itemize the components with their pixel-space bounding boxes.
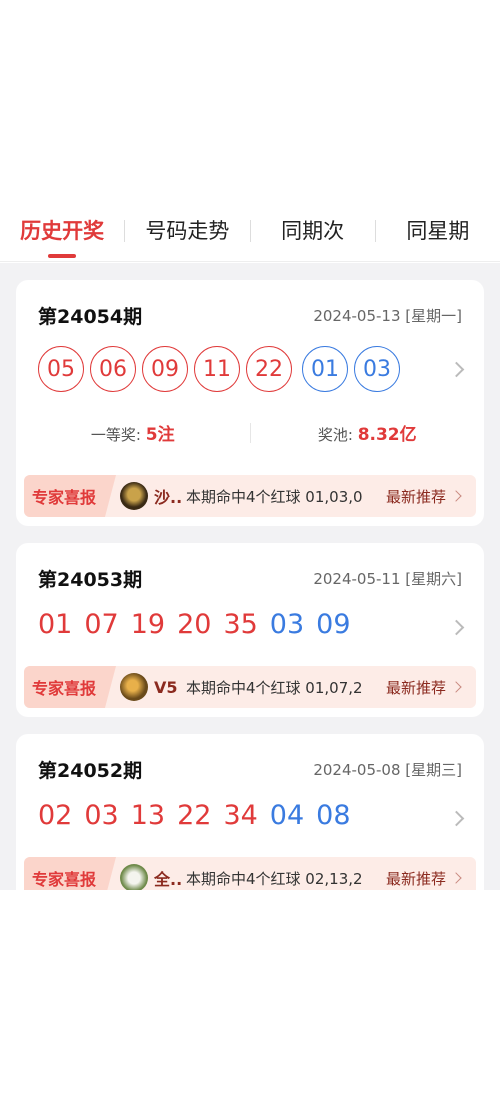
draw-date: 2024-05-13 [星期一] bbox=[313, 307, 462, 325]
tab-trend[interactable]: 号码走势 bbox=[125, 200, 249, 262]
blue-ball: 01 bbox=[302, 346, 348, 392]
blue-number: 08 bbox=[316, 800, 351, 831]
red-number: 20 bbox=[177, 609, 212, 640]
red-ball: 06 bbox=[90, 346, 136, 392]
red-number: 22 bbox=[177, 800, 212, 831]
expert-avatar bbox=[120, 673, 148, 701]
first-prize-label: 一等奖: bbox=[90, 426, 141, 444]
expert-avatar bbox=[120, 482, 148, 510]
expert-text: 本期命中4个红球 02,13,2 bbox=[186, 869, 363, 888]
red-number: 35 bbox=[223, 609, 258, 640]
blue-ball: 03 bbox=[354, 346, 400, 392]
draw-date: 2024-05-11 [星期六] bbox=[313, 570, 462, 588]
blue-number: 09 bbox=[316, 609, 351, 640]
expert-banner[interactable]: 专家喜报 沙.. 本期命中4个红球 01,03,0 最新推荐 bbox=[24, 475, 476, 517]
red-ball: 11 bbox=[194, 346, 240, 392]
expert-tag: 专家喜报 bbox=[24, 475, 116, 517]
latest-recommend-link[interactable]: 最新推荐 bbox=[386, 677, 446, 698]
draw-card[interactable]: 第24053期 2024-05-11 [星期六] 01 07 19 20 35 … bbox=[16, 543, 484, 717]
draw-card-header: 第24052期 2024-05-08 [星期三] bbox=[38, 756, 462, 783]
red-number: 34 bbox=[223, 800, 258, 831]
expert-avatar bbox=[120, 864, 148, 890]
expert-text: 本期命中4个红球 01,03,0 bbox=[186, 487, 363, 506]
tab-bar: 历史开奖 号码走势 同期次 同星期 bbox=[0, 200, 500, 262]
first-prize-value: 5注 bbox=[145, 425, 175, 445]
tab-same-weekday[interactable]: 同星期 bbox=[376, 200, 500, 262]
prize-pool: 奖池: 8.32亿 bbox=[251, 420, 485, 445]
ball-row: 05 06 09 11 22 01 03 bbox=[38, 346, 406, 392]
chevron-right-icon[interactable] bbox=[448, 361, 465, 378]
issue-number: 第24052期 bbox=[38, 760, 143, 782]
expert-tag: 专家喜报 bbox=[24, 857, 116, 890]
tab-history[interactable]: 历史开奖 bbox=[0, 200, 124, 262]
prize-info: 一等奖: 5注 奖池: 8.32亿 bbox=[16, 420, 484, 445]
red-number: 03 bbox=[84, 800, 119, 831]
red-ball: 09 bbox=[142, 346, 188, 392]
expert-tag: 专家喜报 bbox=[24, 666, 116, 708]
expert-name: 全.. bbox=[154, 870, 182, 889]
red-number: 19 bbox=[130, 609, 166, 640]
first-prize: 一等奖: 5注 bbox=[16, 420, 250, 445]
red-number: 01 bbox=[38, 609, 73, 640]
draw-card[interactable]: 第24054期 2024-05-13 [星期一] 05 06 09 11 22 … bbox=[16, 280, 484, 526]
chevron-right-icon bbox=[450, 872, 462, 884]
chevron-right-icon[interactable] bbox=[448, 810, 465, 827]
draw-list[interactable]: 第24054期 2024-05-13 [星期一] 05 06 09 11 22 … bbox=[0, 263, 500, 890]
red-number: 13 bbox=[130, 800, 166, 831]
red-ball: 22 bbox=[246, 346, 292, 392]
draw-date: 2024-05-08 [星期三] bbox=[313, 761, 462, 779]
number-row: 02 03 13 22 34 04 08 bbox=[38, 800, 363, 831]
expert-name: 沙.. bbox=[154, 488, 182, 507]
pool-value: 8.32亿 bbox=[357, 425, 417, 445]
issue-number: 第24054期 bbox=[38, 306, 143, 328]
pool-label: 奖池: bbox=[317, 426, 353, 444]
red-number: 07 bbox=[84, 609, 119, 640]
blue-number: 04 bbox=[269, 800, 305, 831]
draw-card[interactable]: 第24052期 2024-05-08 [星期三] 02 03 13 22 34 … bbox=[16, 734, 484, 890]
red-ball: 05 bbox=[38, 346, 84, 392]
blue-number: 03 bbox=[269, 609, 305, 640]
expert-text: 本期命中4个红球 01,07,2 bbox=[186, 678, 363, 697]
expert-banner[interactable]: 专家喜报 全.. 本期命中4个红球 02,13,2 最新推荐 bbox=[24, 857, 476, 890]
issue-number: 第24053期 bbox=[38, 569, 143, 591]
latest-recommend-link[interactable]: 最新推荐 bbox=[386, 868, 446, 889]
expert-banner[interactable]: 专家喜报 V5 本期命中4个红球 01,07,2 最新推荐 bbox=[24, 666, 476, 708]
draw-card-header: 第24054期 2024-05-13 [星期一] bbox=[38, 302, 462, 329]
draw-card-header: 第24053期 2024-05-11 [星期六] bbox=[38, 565, 462, 592]
chevron-right-icon bbox=[450, 681, 462, 693]
expert-name: V5 bbox=[154, 677, 178, 697]
chevron-right-icon[interactable] bbox=[448, 619, 465, 636]
latest-recommend-link[interactable]: 最新推荐 bbox=[386, 486, 446, 507]
tab-same-period[interactable]: 同期次 bbox=[251, 200, 375, 262]
chevron-right-icon bbox=[450, 490, 462, 502]
number-row: 01 07 19 20 35 03 09 bbox=[38, 609, 363, 640]
red-number: 02 bbox=[38, 800, 73, 831]
